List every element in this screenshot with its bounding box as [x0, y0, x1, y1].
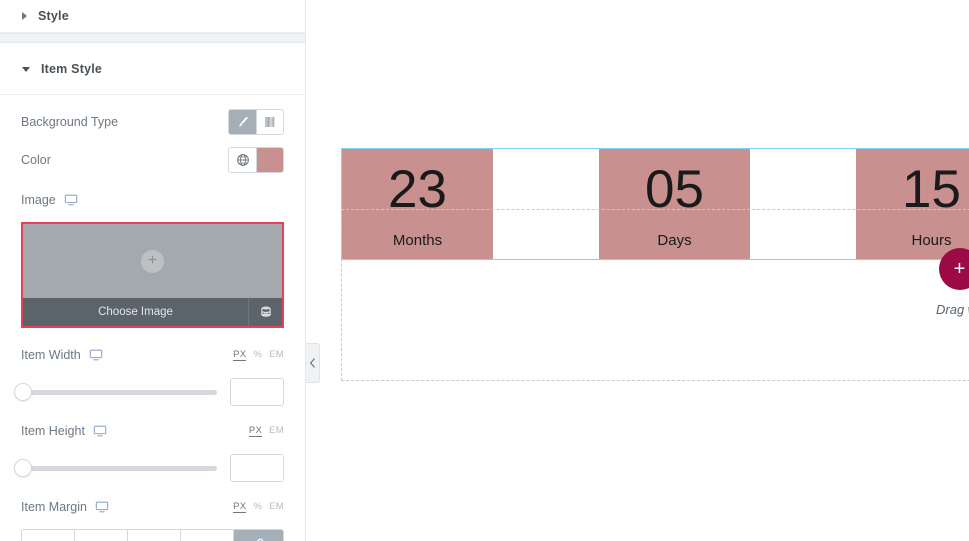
choose-image-button[interactable]: Choose Image	[23, 306, 248, 318]
unit-px[interactable]: PX	[248, 425, 263, 437]
unit-em[interactable]: EM	[269, 501, 284, 512]
chevron-left-icon	[309, 358, 315, 368]
unit-px[interactable]: PX	[233, 349, 247, 361]
image-uploader[interactable]: + Choose Image	[21, 222, 284, 328]
color-swatch[interactable]	[256, 148, 283, 172]
item-width-input[interactable]	[230, 378, 284, 406]
chevron-down-icon	[22, 67, 30, 72]
item-height-label-text: Item Height	[21, 424, 85, 438]
editor-root: Style Item Style Background Type Color I…	[0, 0, 969, 541]
dropzone-content: + Drag widget here	[936, 248, 969, 317]
preview-canvas: 23 Months 05 Days 15 Hours + Drag	[306, 0, 969, 541]
unit-percent[interactable]: %	[253, 349, 262, 360]
control-background-type: Background Type	[21, 109, 284, 135]
widget-dropzone[interactable]: + Drag widget here	[341, 209, 969, 381]
item-height-slider[interactable]	[14, 459, 217, 477]
item-width-units: PX % EM	[233, 349, 284, 361]
item-style-controls: Background Type Color Image + Choose Ima…	[0, 95, 305, 541]
margin-right-input[interactable]	[75, 530, 128, 541]
unit-percent[interactable]: %	[253, 501, 262, 512]
section-header-item-style[interactable]: Item Style	[0, 43, 305, 95]
control-item-height: Item Height PX EM	[21, 418, 284, 444]
gradient-icon	[265, 117, 275, 127]
margin-link-values-button[interactable]	[234, 530, 283, 541]
section-header-style[interactable]: Style	[0, 0, 305, 33]
background-type-gradient-button[interactable]	[256, 110, 283, 134]
margin-top-input[interactable]	[22, 530, 75, 541]
control-color: Color	[21, 147, 284, 173]
background-type-label: Background Type	[21, 115, 119, 129]
margin-left-input[interactable]	[181, 530, 234, 541]
monitor-icon[interactable]	[89, 348, 103, 362]
section-title-style: Style	[38, 9, 69, 23]
item-height-input[interactable]	[230, 454, 284, 482]
add-widget-button[interactable]: +	[938, 248, 969, 290]
plus-icon: +	[953, 258, 966, 280]
unit-px[interactable]: PX	[233, 501, 247, 513]
color-label: Color	[21, 153, 51, 167]
margin-bottom-input[interactable]	[128, 530, 181, 541]
image-preview-area[interactable]: +	[23, 224, 282, 298]
unit-em[interactable]: EM	[269, 349, 284, 360]
chevron-right-icon	[22, 12, 27, 20]
item-margin-inputs	[21, 529, 284, 541]
item-width-label-text: Item Width	[21, 348, 81, 362]
section-divider	[0, 33, 305, 43]
item-height-slider-handle[interactable]	[14, 459, 32, 477]
image-label: Image	[21, 193, 78, 207]
background-type-toggle-group	[228, 109, 284, 135]
item-height-units: PX EM	[248, 425, 284, 437]
control-image: Image	[21, 187, 284, 213]
background-type-classic-button[interactable]	[229, 110, 256, 134]
globe-icon	[236, 154, 249, 166]
dropzone-buttons: +	[938, 248, 969, 290]
monitor-icon[interactable]	[95, 500, 109, 514]
global-color-button[interactable]	[229, 148, 256, 172]
panel-collapse-handle[interactable]	[306, 343, 320, 383]
item-margin-units: PX % EM	[233, 501, 284, 513]
image-label-text: Image	[21, 193, 56, 207]
item-width-slider-handle[interactable]	[14, 383, 32, 401]
media-library-icon[interactable]	[248, 298, 282, 326]
dropzone-text: Drag widget here	[936, 302, 969, 317]
control-item-margin: Item Margin PX % EM	[21, 494, 284, 520]
link-icon	[256, 538, 264, 541]
monitor-icon[interactable]	[93, 424, 107, 438]
item-margin-label: Item Margin	[21, 500, 109, 514]
image-uploader-bar: Choose Image	[23, 298, 282, 326]
control-item-width: Item Width PX % EM	[21, 342, 284, 368]
item-height-slider-row	[14, 454, 284, 482]
plus-icon: +	[141, 249, 164, 273]
color-picker-group	[228, 147, 284, 173]
item-width-slider[interactable]	[14, 383, 217, 401]
monitor-icon[interactable]	[64, 193, 78, 207]
item-width-label: Item Width	[21, 348, 103, 362]
settings-panel: Style Item Style Background Type Color I…	[0, 0, 306, 541]
unit-em[interactable]: EM	[269, 425, 284, 436]
item-height-label: Item Height	[21, 424, 107, 438]
item-width-slider-row	[14, 378, 284, 406]
paintbrush-icon	[238, 116, 248, 127]
section-title-item-style: Item Style	[41, 61, 103, 76]
item-margin-label-text: Item Margin	[21, 500, 87, 514]
